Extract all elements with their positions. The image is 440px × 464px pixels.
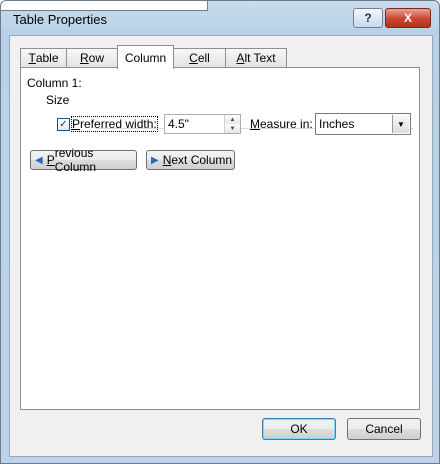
preferred-width-text: referred width:	[80, 117, 157, 131]
tab-table-accel: T	[28, 51, 36, 65]
tab-cell-accel: C	[189, 51, 198, 65]
spin-up-icon[interactable]: ▲	[225, 115, 240, 124]
close-icon: X	[403, 11, 412, 25]
background-window-edge	[1, 1, 208, 11]
measure-in-text: easure in:	[260, 117, 313, 131]
cancel-button[interactable]: Cancel	[347, 418, 421, 440]
preferred-width-checkbox[interactable]: ✓	[57, 118, 70, 131]
spinner-buttons: ▲ ▼	[224, 115, 240, 133]
ok-button[interactable]: OK	[262, 418, 336, 440]
preferred-width-value[interactable]: 4.5"	[168, 117, 189, 131]
previous-column-accel: P	[46, 153, 55, 167]
dialog-title: Table Properties	[13, 12, 107, 27]
tab-column[interactable]: Column	[117, 45, 174, 69]
arrow-left-icon: ◀	[35, 154, 43, 166]
tab-table-label: able	[35, 51, 59, 65]
tab-row-accel: R	[79, 51, 89, 65]
title-bar[interactable]: Table Properties ? X	[1, 1, 439, 35]
tab-alt-text[interactable]: Alt Text	[225, 48, 287, 67]
previous-column-button[interactable]: ◀ Previous Column	[30, 146, 137, 174]
tab-cell-label: ell	[197, 51, 210, 65]
next-column-accel: N	[162, 153, 172, 167]
arrow-right-icon: ▶	[151, 154, 159, 166]
tab-row-label: ow	[88, 51, 104, 65]
tab-table[interactable]: Table	[20, 48, 67, 67]
help-icon: ?	[364, 11, 372, 25]
column-heading: Column 1:	[27, 76, 82, 90]
preferred-width-spinner[interactable]: 4.5" ▲ ▼	[164, 114, 241, 134]
measure-in-value: Inches	[319, 117, 355, 131]
measure-in-accel: M	[250, 117, 260, 131]
measure-in-select[interactable]: Inches ▼	[315, 113, 411, 135]
dialog-body: Table Row Column Cell Alt Text Column 1:…	[9, 35, 433, 457]
tab-alt-text-label: lt Text	[244, 51, 276, 65]
column-tab-panel: Column 1: Size ✓ Preferred width: 4.5" ▲…	[20, 67, 420, 410]
chevron-down-icon[interactable]: ▼	[392, 115, 409, 133]
next-column-label: ext Column	[171, 153, 233, 167]
preferred-width-label[interactable]: Preferred width:	[71, 116, 158, 132]
table-properties-dialog: Table Properties ? X Table Row Column Ce…	[0, 0, 440, 464]
tab-column-label: Column	[124, 50, 167, 65]
tab-cell[interactable]: Cell	[173, 48, 226, 67]
preferred-width-accel: P	[72, 117, 81, 131]
help-button[interactable]: ?	[353, 8, 383, 28]
spin-down-icon[interactable]: ▼	[225, 124, 240, 133]
tab-alt-text-accel: A	[236, 51, 245, 65]
measure-in-label: Measure in:	[250, 117, 313, 131]
tab-row[interactable]: Row	[66, 48, 118, 67]
close-button[interactable]: X	[385, 8, 431, 28]
previous-column-label: revious Column	[54, 146, 97, 174]
next-column-button[interactable]: ▶ Next Column	[146, 150, 235, 170]
check-icon: ✓	[59, 118, 68, 130]
size-label: Size	[46, 93, 70, 107]
